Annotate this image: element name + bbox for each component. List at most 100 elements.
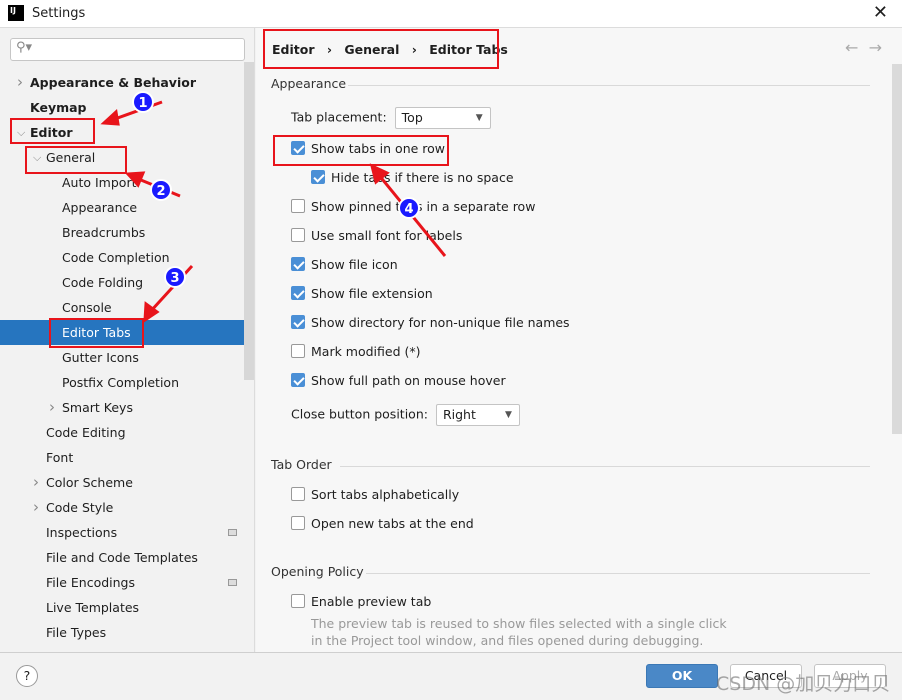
checkbox[interactable] xyxy=(291,373,305,387)
checkbox-label: Show tabs in one row xyxy=(311,141,446,156)
breadcrumb-item[interactable]: General xyxy=(344,42,399,57)
checkbox[interactable] xyxy=(291,199,305,213)
sidebar-item-label: Code Style xyxy=(46,500,114,515)
chevron-right-icon[interactable]: › xyxy=(49,395,55,420)
sidebar-item[interactable]: Editor Tabs xyxy=(0,320,244,345)
close-button-label: Close button position: xyxy=(291,406,428,422)
breadcrumb: Editor › General › Editor Tabs xyxy=(272,42,508,57)
sidebar-item[interactable]: Gutter Icons xyxy=(0,345,244,370)
close-button-select[interactable]: Right ▼ xyxy=(435,404,520,426)
sidebar-item-label: File Encodings xyxy=(46,575,136,590)
checkbox[interactable] xyxy=(291,141,305,155)
checkbox[interactable] xyxy=(311,170,325,184)
breadcrumb-item[interactable]: Editor xyxy=(272,42,315,57)
checkbox-sort-tabs[interactable]: Sort tabs alphabetically xyxy=(291,486,459,504)
checkbox-open-new-tabs-end[interactable]: Open new tabs at the end xyxy=(291,515,474,533)
sidebar-item[interactable]: Code Editing xyxy=(0,420,244,445)
tab-placement-select[interactable]: Top ▼ xyxy=(394,107,491,129)
checkbox-label: Mark modified (*) xyxy=(311,344,421,359)
sidebar-item[interactable]: Live Templates xyxy=(0,595,244,620)
sidebar-item[interactable]: Breadcrumbs xyxy=(0,220,244,245)
sidebar-item[interactable]: › Code Style xyxy=(0,495,244,520)
sidebar-item-label: File Types xyxy=(46,625,107,640)
sidebar-item[interactable]: › Appearance & Behavior xyxy=(0,70,244,95)
tab-placement-label: Tab placement: xyxy=(291,109,387,125)
sidebar-item[interactable]: Inspections xyxy=(0,520,244,545)
checkbox-option[interactable]: Show file extension xyxy=(291,285,433,303)
search-icon: ⚲▾ xyxy=(16,40,33,55)
breadcrumb-item: Editor Tabs xyxy=(429,42,508,57)
search-input[interactable]: ⚲▾ xyxy=(10,38,245,61)
sidebar-item-label: Code Editing xyxy=(46,425,126,440)
checkbox-option[interactable]: Show file icon xyxy=(291,256,398,274)
checkbox-option[interactable]: Show full path on mouse hover xyxy=(291,372,506,390)
sidebar-item-label: Code Completion xyxy=(62,250,170,265)
back-arrow-icon[interactable]: ← xyxy=(845,38,858,57)
sidebar-item-label: Auto Import xyxy=(62,175,137,190)
tab-placement-row: Tab placement: Top ▼ xyxy=(291,107,491,129)
sidebar-item[interactable]: Auto Import xyxy=(0,170,244,195)
chevron-down-icon[interactable]: ⌵ xyxy=(17,120,25,145)
content-scrollbar[interactable] xyxy=(892,64,902,434)
sidebar-item-label: Font xyxy=(46,450,74,465)
section-appearance: Appearance xyxy=(271,76,347,91)
checkbox-enable-preview-tab[interactable]: Enable preview tab xyxy=(291,593,431,611)
checkbox-option[interactable]: Show pinned tabs in a separate row xyxy=(291,198,535,216)
sidebar-item[interactable]: Keymap xyxy=(0,95,244,120)
sidebar-item[interactable]: File Types xyxy=(0,620,244,645)
checkbox[interactable] xyxy=(291,487,305,501)
sidebar-item[interactable]: Code Completion xyxy=(0,245,244,270)
sidebar-item[interactable]: Appearance xyxy=(0,195,244,220)
preview-description: in the Project tool window, and files op… xyxy=(311,633,704,648)
sidebar-item[interactable]: Font xyxy=(0,445,244,470)
divider xyxy=(366,573,870,574)
project-scope-icon xyxy=(228,529,237,536)
sidebar-item[interactable]: File and Code Templates xyxy=(0,545,244,570)
sidebar-item[interactable]: Console xyxy=(0,295,244,320)
checkbox-option[interactable]: Show directory for non-unique file names xyxy=(291,314,570,332)
sidebar-item-label: Inspections xyxy=(46,525,118,540)
ok-button[interactable]: OK xyxy=(646,664,718,688)
checkbox-label: Show file extension xyxy=(311,286,433,301)
watermark: CSDN @加贝力口贝 xyxy=(716,673,891,695)
checkbox[interactable] xyxy=(291,228,305,242)
checkbox[interactable] xyxy=(291,315,305,329)
checkbox-option[interactable]: Hide tabs if there is no space xyxy=(311,169,514,187)
sidebar-item[interactable]: ⌵ General xyxy=(0,145,244,170)
chevron-down-icon[interactable]: ⌵ xyxy=(33,145,41,170)
sidebar-item[interactable]: › Color Scheme xyxy=(0,470,244,495)
close-icon[interactable]: ✕ xyxy=(873,2,888,23)
sidebar-scrollbar[interactable] xyxy=(244,62,254,380)
chevron-right-icon[interactable]: › xyxy=(33,495,39,520)
divider xyxy=(348,85,870,86)
chevron-down-icon: ▼ xyxy=(505,410,512,420)
sidebar-item-label: Code Folding xyxy=(62,275,144,290)
preview-description: The preview tab is reused to show files … xyxy=(311,616,727,631)
help-button[interactable]: ? xyxy=(16,665,38,687)
sidebar-item[interactable]: Code Folding xyxy=(0,270,244,295)
checkbox[interactable] xyxy=(291,344,305,358)
selected-value: Right xyxy=(442,407,476,422)
checkbox-option[interactable]: Mark modified (*) xyxy=(291,343,421,361)
checkbox-option[interactable]: Use small font for labels xyxy=(291,227,462,245)
sidebar-item[interactable]: File Encodings xyxy=(0,570,244,595)
sidebar-item[interactable]: Postfix Completion xyxy=(0,370,244,395)
sidebar-item-label: Editor Tabs xyxy=(62,325,131,340)
checkbox[interactable] xyxy=(291,257,305,271)
sidebar-item-label: File and Code Templates xyxy=(46,550,198,565)
checkbox[interactable] xyxy=(291,286,305,300)
settings-sidebar: ⚲▾ › Appearance & Behavior Keymap ⌵ Editor ⌵ G… xyxy=(0,28,255,652)
sidebar-item-label: General xyxy=(46,150,96,165)
sidebar-item[interactable]: › Smart Keys xyxy=(0,395,244,420)
checkbox[interactable] xyxy=(291,594,305,608)
checkbox-label: Hide tabs if there is no space xyxy=(331,170,514,185)
sidebar-item-label: Gutter Icons xyxy=(62,350,139,365)
chevron-right-icon[interactable]: › xyxy=(33,470,39,495)
chevron-right-icon[interactable]: › xyxy=(17,70,23,95)
checkbox[interactable] xyxy=(291,516,305,530)
sidebar-item[interactable]: ⌵ Editor xyxy=(0,120,244,145)
sidebar-item-label: Editor xyxy=(30,125,73,140)
close-button-row: Close button position: Right ▼ xyxy=(291,404,520,426)
checkbox-option[interactable]: Show tabs in one row xyxy=(291,140,445,158)
forward-arrow-icon[interactable]: → xyxy=(869,38,882,57)
